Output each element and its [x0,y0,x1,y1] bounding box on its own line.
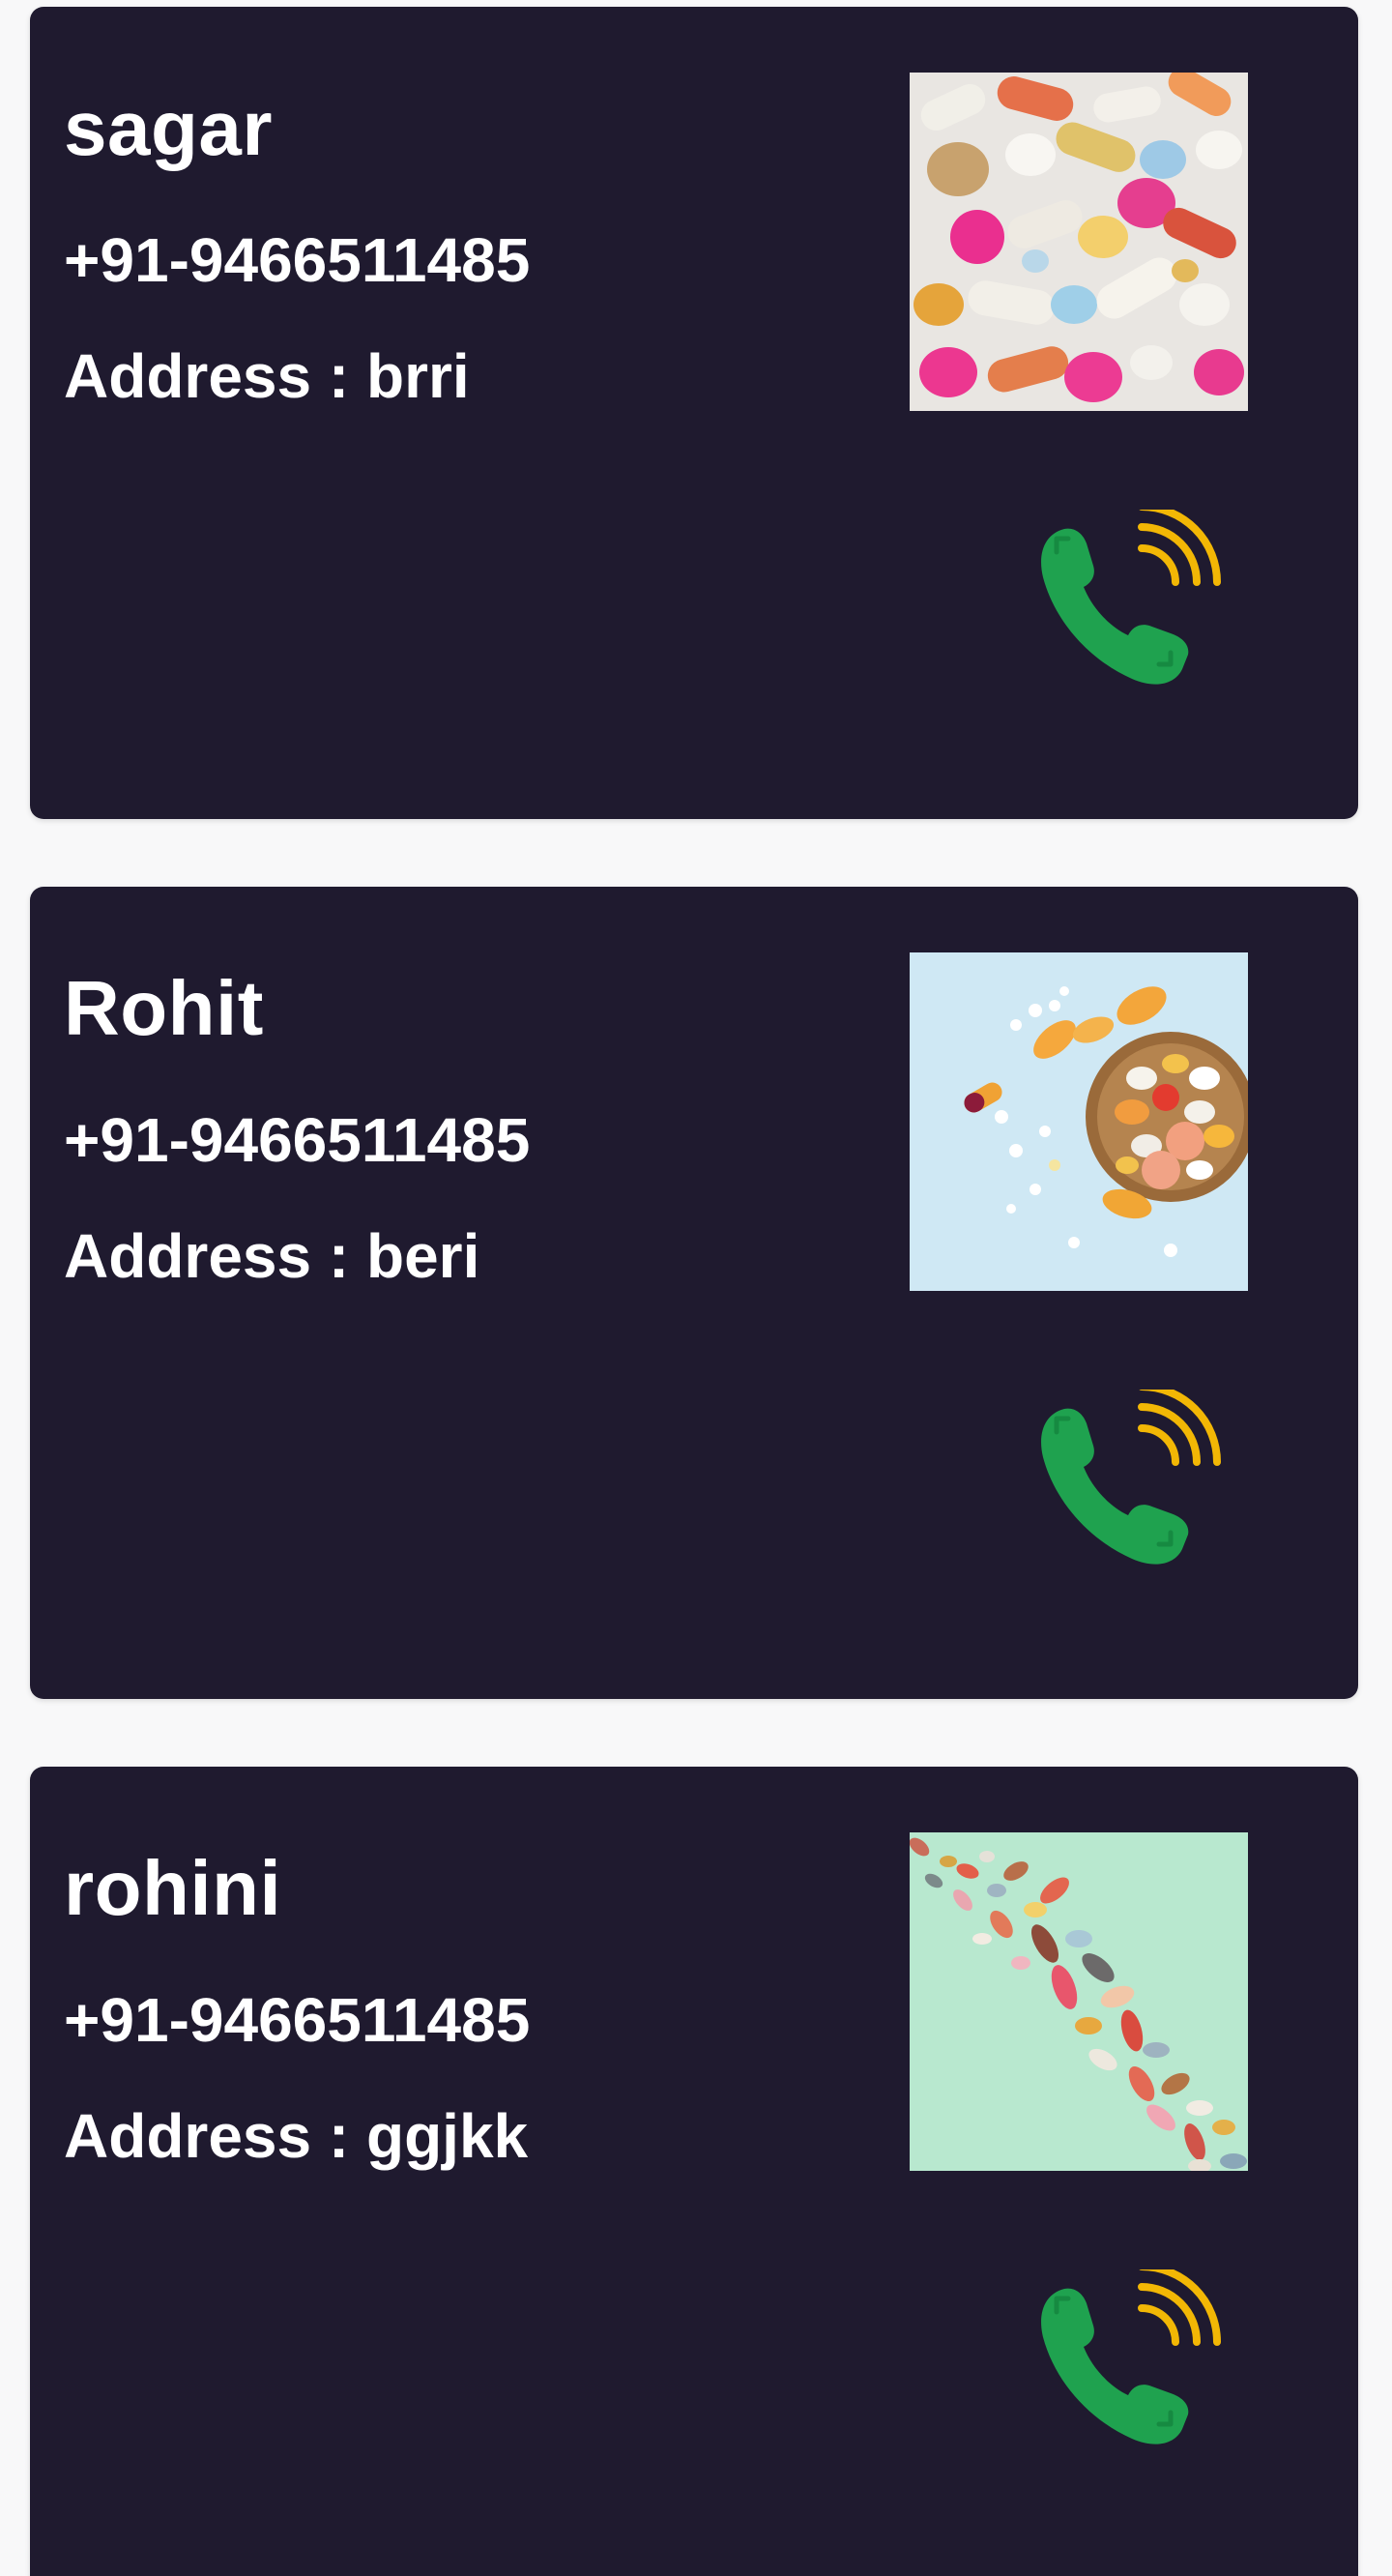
phone-call-icon [1041,503,1221,685]
call-button[interactable] [1035,2263,1229,2463]
contact-address: Address : beri [64,1221,480,1291]
phone-call-icon [1041,1383,1221,1565]
contact-phone: +91-9466511485 [64,1985,531,2055]
contact-name: sagar [64,85,273,171]
contact-card[interactable]: sagar +91-9466511485 Address : brri [30,7,1358,819]
contact-card[interactable]: Rohit +91-9466511485 Address : beri [30,887,1358,1699]
call-button[interactable] [1035,1383,1229,1583]
contact-address: Address : brri [64,341,470,411]
phone-call-icon [1041,2263,1221,2444]
contact-name: Rohit [64,965,264,1051]
contact-card[interactable]: rohini +91-9466511485 Address : ggjkk [30,1767,1358,2576]
contact-list: sagar +91-9466511485 Address : brri Rohi… [0,0,1392,2576]
contact-phone: +91-9466511485 [64,1105,531,1175]
pills-image [910,1832,1248,2171]
contact-phone: +91-9466511485 [64,225,531,295]
pills-image [910,73,1248,411]
pills-image [910,952,1248,1291]
contact-address: Address : ggjkk [64,2101,529,2171]
call-button[interactable] [1035,503,1229,703]
contact-name: rohini [64,1845,282,1931]
